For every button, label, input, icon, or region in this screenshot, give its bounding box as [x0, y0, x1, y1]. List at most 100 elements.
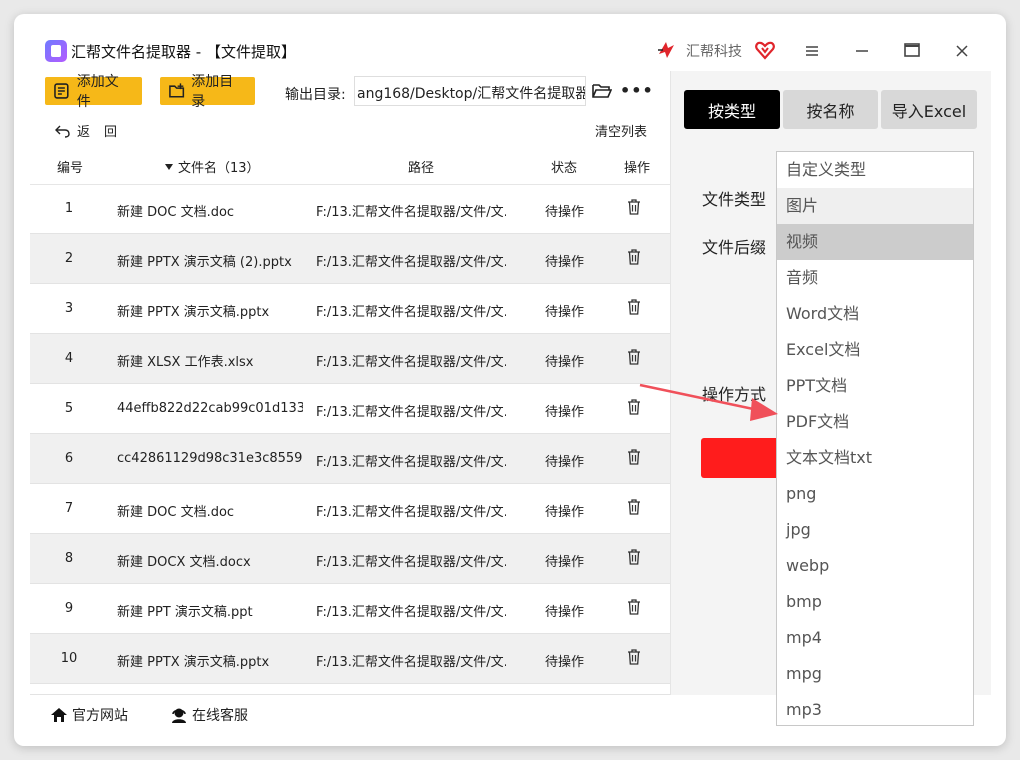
header-path[interactable]: 路径 — [408, 157, 434, 176]
table-row[interactable]: 4 新建 XLSX 工作表.xlsx F:/13.汇帮文件名提取器/文件/文... 待… — [30, 334, 670, 384]
table-row[interactable]: 6 cc42861129d98c31e3c8559e5... F:/13.汇帮文件名… — [30, 434, 670, 484]
dropdown-option[interactable]: mp4 — [777, 620, 973, 656]
delete-icon[interactable] — [627, 349, 641, 369]
add-directory-label: 添加目录 — [191, 74, 234, 110]
back-label: 返 — [77, 125, 105, 140]
row-file-name: 新建 XLSX 工作表.xlsx — [117, 355, 254, 370]
row-path: F:/13.汇帮文件名提取器/文件/文... — [316, 405, 506, 420]
official-website-link[interactable]: 官方网站 — [50, 705, 128, 725]
hamburger-icon — [806, 46, 818, 56]
back-button[interactable]: 返 回 — [55, 121, 117, 140]
dropdown-option[interactable]: jpg — [777, 512, 973, 548]
more-options-icon[interactable]: ••• — [620, 81, 654, 100]
dropdown-option[interactable]: 文本文档txt — [777, 440, 973, 476]
row-file-name: 新建 DOCX 文档.docx — [117, 555, 251, 570]
dropdown-option[interactable]: 视频 — [777, 224, 973, 260]
sort-desc-icon — [165, 163, 173, 170]
dropdown-option[interactable]: mpg — [777, 656, 973, 692]
dropdown-option[interactable]: Excel文档 — [777, 332, 973, 368]
dropdown-option[interactable]: bmp — [777, 584, 973, 620]
dropdown-option[interactable]: webp — [777, 548, 973, 584]
row-file-name: 新建 PPTX 演示文稿.pptx — [117, 305, 270, 320]
dropdown-option[interactable]: 音频 — [777, 260, 973, 296]
row-status: 待操作 — [545, 505, 585, 520]
row-path: F:/13.汇帮文件名提取器/文件/文... — [316, 605, 506, 620]
row-num: 1 — [64, 201, 74, 216]
row-status: 待操作 — [545, 555, 585, 570]
row-num: 6 — [64, 451, 74, 466]
output-dir-label: 输出目录: — [285, 87, 346, 103]
folder-open-icon[interactable] — [592, 82, 612, 100]
delete-icon[interactable] — [627, 649, 641, 669]
tab-import-excel[interactable]: 导入Excel — [881, 90, 977, 129]
row-path: F:/13.汇帮文件名提取器/文件/文... — [316, 355, 506, 370]
heart-icon[interactable] — [754, 39, 776, 61]
menu-button[interactable] — [800, 40, 824, 64]
delete-icon[interactable] — [627, 599, 641, 619]
output-dir-field[interactable]: ang168/Desktop/汇帮文件名提取器 — [354, 76, 586, 106]
maximize-button[interactable] — [900, 40, 924, 64]
row-num: 7 — [64, 501, 74, 516]
table-row[interactable]: 7 新建 DOC 文档.doc F:/13.汇帮文件名提取器/文件/文... 待操作 — [30, 484, 670, 534]
dropdown-option[interactable]: PDF文档 — [777, 404, 973, 440]
dropdown-option[interactable]: mp3 — [777, 692, 973, 725]
row-file-name: cc42861129d98c31e3c8559e5... — [117, 451, 303, 466]
file-type-dropdown[interactable]: 自定义类型 图片 视频 音频 Word文档 Excel文档 PPT文档 PDF文档 文本文档tx… — [776, 151, 974, 726]
header-num[interactable]: 编号 — [57, 157, 83, 176]
row-num: 3 — [64, 301, 74, 316]
delete-icon[interactable] — [627, 449, 641, 469]
add-folder-icon — [169, 83, 185, 98]
row-status: 待操作 — [545, 305, 585, 320]
row-status: 待操作 — [545, 355, 585, 370]
back-arrow-icon — [55, 125, 70, 138]
delete-icon[interactable] — [627, 249, 641, 269]
table-row[interactable]: 1 新建 DOC 文档.doc F:/13.汇帮文件名提取器/文件/文... 待操作 — [30, 184, 670, 234]
row-num: 10 — [60, 651, 78, 666]
dropdown-option[interactable]: 自定义类型 — [777, 152, 973, 188]
app-logo-icon — [45, 40, 67, 62]
tab-by-name[interactable]: 按名称 — [783, 90, 878, 129]
add-file-button[interactable]: 添加文件 — [45, 74, 142, 110]
delete-icon[interactable] — [627, 549, 641, 569]
header-status[interactable]: 状态 — [551, 157, 577, 176]
minimize-button[interactable] — [850, 40, 874, 64]
header-name[interactable]: 文件名（13） — [164, 157, 260, 176]
start-button[interactable] — [701, 438, 781, 478]
table-row[interactable]: 9 新建 PPT 演示文稿.ppt F:/13.汇帮文件名提取器/文件/文... 待操… — [30, 584, 670, 634]
maximize-icon — [904, 43, 920, 57]
title-bar: 汇帮文件名提取器 - 【文件提取】 汇帮科技 — [14, 14, 1006, 74]
dropdown-option[interactable]: Word文档 — [777, 296, 973, 332]
online-service-link[interactable]: 在线客服 — [170, 705, 248, 725]
dropdown-option[interactable]: 图片 — [777, 188, 973, 224]
dropdown-option[interactable]: PPT文档 — [777, 368, 973, 404]
row-path: F:/13.汇帮文件名提取器/文件/文... — [316, 255, 506, 270]
file-list-icon — [54, 83, 69, 99]
delete-icon[interactable] — [627, 199, 641, 219]
table-row[interactable]: 5 44effb822d22cab99c01d1331... F:/13.汇帮文件名… — [30, 384, 670, 434]
home-icon — [51, 708, 67, 722]
minimize-icon — [856, 50, 868, 52]
table-row[interactable]: 3 新建 PPTX 演示文稿.pptx F:/13.汇帮文件名提取器/文件/文...… — [30, 284, 670, 334]
file-suffix-label: 文件后缀 — [702, 238, 767, 257]
tab-by-type[interactable]: 按类型 — [684, 90, 780, 129]
delete-icon[interactable] — [627, 499, 641, 519]
add-directory-button[interactable]: 添加目录 — [160, 74, 255, 110]
table-row[interactable]: 8 新建 DOCX 文档.docx F:/13.汇帮文件名提取器/文件/文... 待操… — [30, 534, 670, 584]
file-table: 编号 文件名（13） 路径 状态 操作 1 新建 DOC 文档.doc F:/13.… — [30, 148, 670, 694]
file-type-label: 文件类型 — [702, 190, 767, 209]
delete-icon[interactable] — [627, 399, 641, 419]
table-row[interactable]: 2 新建 PPTX 演示文稿 (2).pptx F:/13.汇帮文件名提取器/文件/… — [30, 234, 670, 284]
row-num: 8 — [64, 551, 74, 566]
row-file-name: 新建 PPT 演示文稿.ppt — [117, 605, 253, 620]
clear-list-button[interactable]: 清空列表 — [595, 121, 647, 140]
close-button[interactable] — [950, 40, 974, 64]
row-num: 9 — [64, 601, 74, 616]
row-path: F:/13.汇帮文件名提取器/文件/文... — [316, 505, 506, 520]
dropdown-option[interactable]: png — [777, 476, 973, 512]
delete-icon[interactable] — [627, 299, 641, 319]
row-status: 待操作 — [545, 655, 585, 670]
row-file-name: 新建 PPTX 演示文稿.pptx — [117, 655, 270, 670]
row-path: F:/13.汇帮文件名提取器/文件/文... — [316, 305, 506, 320]
table-row[interactable]: 10 新建 PPTX 演示文稿.pptx F:/13.汇帮文件名提取器/文件/文..… — [30, 634, 670, 684]
operation-mode-label: 操作方式 — [702, 385, 767, 404]
